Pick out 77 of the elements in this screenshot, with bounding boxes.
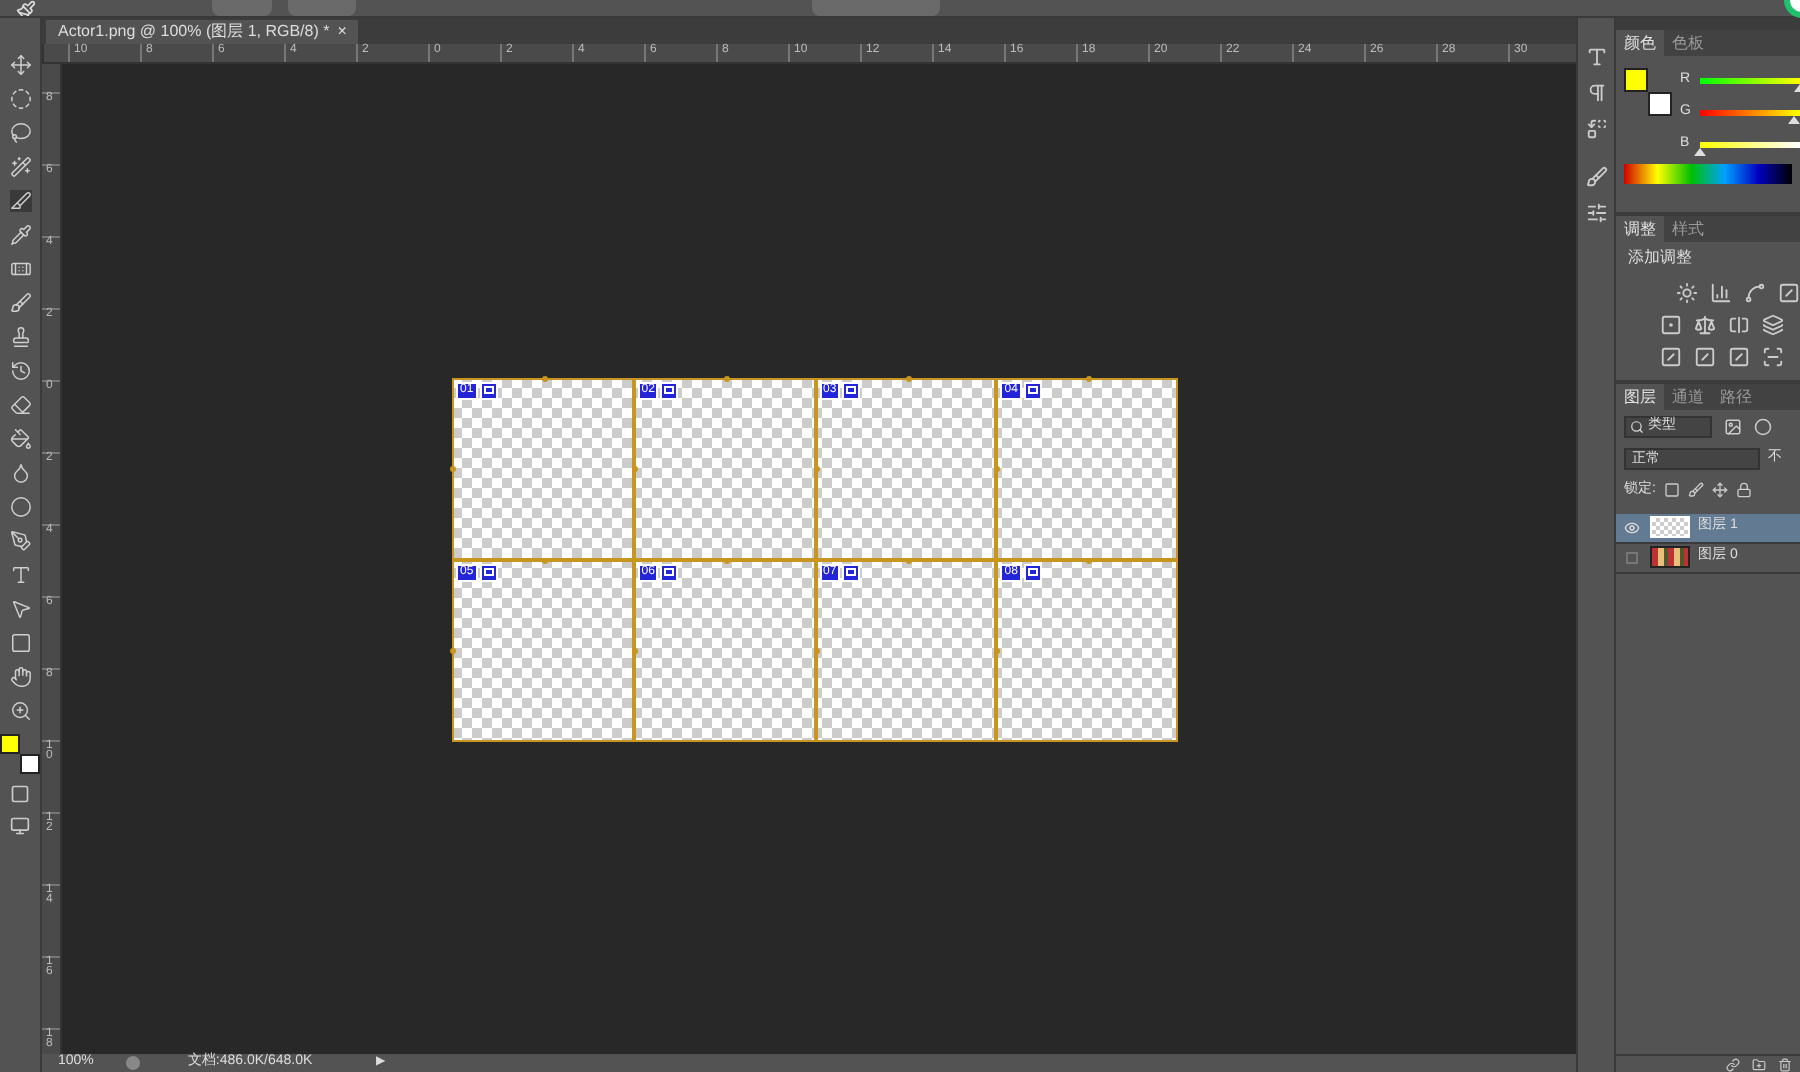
slice-type-icon [842, 381, 861, 399]
foreground-color-swatch[interactable] [0, 734, 20, 754]
brightness-icon[interactable] [1676, 282, 1698, 304]
history-brush-tool-icon[interactable] [9, 360, 31, 382]
slice-handle[interactable] [994, 647, 1001, 653]
slice-handle[interactable] [542, 375, 548, 381]
slice-type-icon [1023, 563, 1042, 581]
panel-tab[interactable]: 调整 [1616, 216, 1664, 242]
slice-handle[interactable] [631, 647, 638, 653]
screen-mode-icon[interactable] [10, 816, 30, 836]
lock-paint-icon[interactable] [1687, 482, 1704, 499]
dodge-tool-icon[interactable] [9, 496, 31, 518]
pen-tool-icon[interactable] [9, 530, 31, 552]
panel-heading: 添加调整 [1626, 246, 1694, 270]
wand-tool-icon[interactable] [9, 156, 31, 178]
slice-type-icon [660, 381, 679, 399]
background-color-swatch[interactable] [1648, 92, 1672, 116]
quick-mask-icon[interactable] [10, 784, 30, 804]
slice-handle[interactable] [450, 647, 456, 653]
pointer-tool-icon[interactable] [9, 598, 31, 620]
lock-position-icon[interactable] [1711, 482, 1728, 499]
stamp-tool-icon[interactable] [9, 326, 31, 348]
tool-preset-icon[interactable] [16, 0, 36, 16]
foreground-color-swatch[interactable] [1624, 68, 1648, 92]
zoom-tool-icon[interactable] [9, 700, 31, 722]
eye-icon[interactable] [1622, 519, 1642, 535]
eraser-tool-icon[interactable] [9, 394, 31, 416]
delete-icon[interactable] [1778, 1057, 1792, 1071]
shape-tool-icon[interactable] [9, 632, 31, 654]
paragraph-panel-icon[interactable] [1585, 82, 1607, 104]
close-button[interactable]: × [337, 20, 347, 44]
slice-type-icon [1023, 381, 1042, 399]
document-title: Actor1.png @ 100% (图层 1, RGB/8) * [58, 20, 330, 43]
background-color-swatch[interactable] [20, 754, 40, 774]
slider-thumb[interactable] [1694, 147, 1706, 155]
balance-icon[interactable] [1694, 314, 1716, 336]
slice-handle[interactable] [450, 465, 456, 471]
link-icon[interactable] [1726, 1057, 1740, 1071]
bandage-tool-icon[interactable] [9, 258, 31, 280]
new-group-icon[interactable] [1752, 1057, 1766, 1071]
slice-type-icon [842, 563, 861, 581]
slice-handle[interactable] [1086, 375, 1093, 381]
move-tool-icon[interactable] [9, 54, 31, 76]
slice-handle[interactable] [994, 465, 1001, 471]
droplet-tool-icon[interactable] [9, 462, 31, 484]
slice-type-icon [660, 563, 679, 581]
swap-panel-icon[interactable] [1585, 118, 1607, 140]
panel-tab[interactable]: 图层 [1616, 384, 1664, 410]
slice-type-icon [479, 563, 498, 581]
layer-thumbnail [1650, 546, 1690, 568]
slice-handle[interactable] [723, 375, 730, 381]
slice-type-icon [479, 381, 498, 399]
brush-panel-icon[interactable] [1585, 166, 1607, 188]
adjustment-filter-icon[interactable] [1754, 418, 1772, 436]
levels-icon[interactable] [1710, 282, 1732, 304]
image-filter-icon[interactable] [1724, 418, 1742, 436]
brush-tool-icon[interactable] [9, 292, 31, 314]
lock-pixels-icon[interactable] [1663, 482, 1680, 499]
color-spectrum[interactable] [1624, 164, 1792, 184]
curves-icon[interactable] [1744, 282, 1766, 304]
hand-tool-icon[interactable] [9, 666, 31, 688]
lock-all-icon[interactable] [1735, 482, 1752, 499]
pipette-tool-icon[interactable] [9, 224, 31, 246]
layer-thumbnail [1650, 516, 1690, 538]
slider-thumb[interactable] [1787, 115, 1799, 123]
character-panel-icon[interactable] [1585, 46, 1607, 68]
brush-presets-icon[interactable] [1585, 202, 1607, 224]
paint-bucket-tool-icon[interactable] [9, 428, 31, 450]
slice-handle[interactable] [631, 465, 638, 471]
document-tab[interactable]: Actor1.png @ 100% (图层 1, RGB/8) * × [46, 20, 359, 44]
lasso-tool-icon[interactable] [9, 122, 31, 144]
marquee-tool-icon[interactable] [9, 88, 31, 110]
slice-handle[interactable] [905, 375, 911, 381]
search-icon [1630, 420, 1644, 434]
slice-tool-icon[interactable] [9, 190, 31, 212]
type-tool-icon[interactable] [9, 564, 31, 586]
panel-tab[interactable]: 颜色 [1616, 30, 1664, 56]
